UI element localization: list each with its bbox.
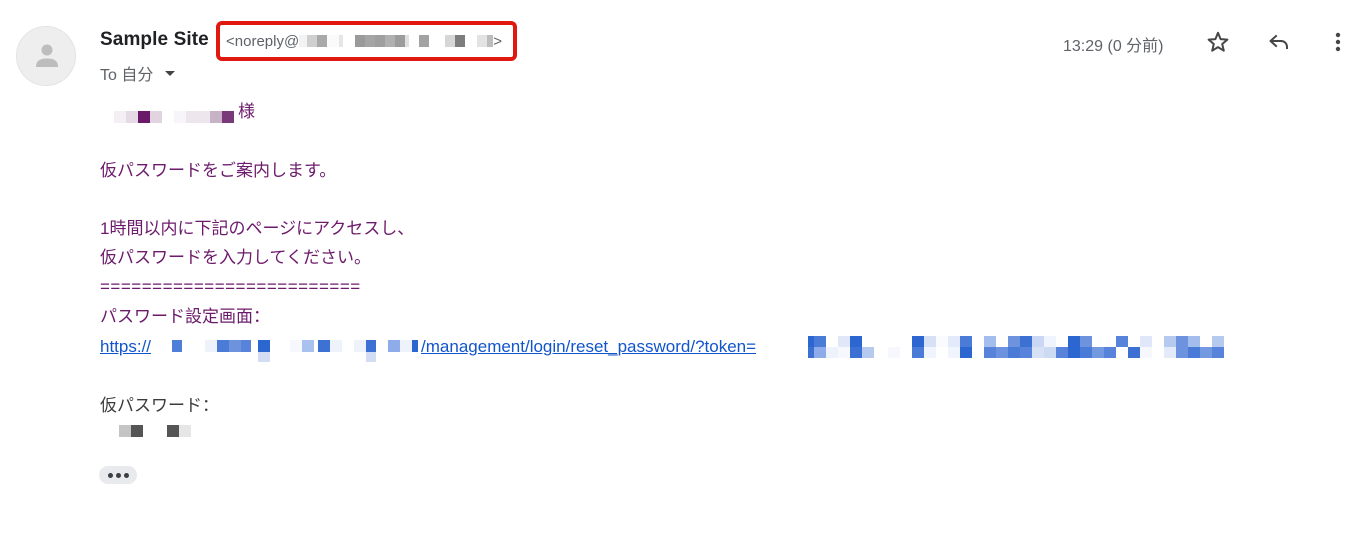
password-setting-label: パスワード設定画面： — [100, 307, 270, 326]
dot-icon — [107, 472, 113, 478]
timestamp: 13:29 (0 分前) — [1063, 38, 1164, 55]
link-path: /management/login/reset_password/?token= — [421, 337, 757, 356]
reply-button[interactable] — [1265, 28, 1293, 56]
reply-icon — [1269, 34, 1288, 49]
person-icon — [36, 44, 58, 67]
link-prefix: https:// — [100, 337, 152, 356]
recipient-details-toggle[interactable]: To 自分 — [100, 61, 176, 85]
star-outline-icon — [1207, 31, 1229, 52]
reset-password-link[interactable]: https:// /management/login/reset_password… — [100, 336, 756, 358]
sender-name[interactable]: Sample Site — [100, 29, 209, 51]
salutation-suffix: 様 — [238, 102, 255, 121]
star-button[interactable] — [1204, 28, 1232, 56]
dot-icon — [115, 472, 121, 478]
recipient-label: To 自分 — [100, 67, 154, 84]
sender-email-prefix: <noreply@ — [226, 33, 300, 50]
separator-line: ========================= — [100, 277, 361, 296]
body-line-intro: 仮パスワードをご案内します。 — [100, 161, 337, 180]
more-vert-icon — [1335, 32, 1341, 52]
show-trimmed-content-button[interactable] — [99, 466, 137, 484]
dot-icon — [123, 472, 129, 478]
body-line-instruction-2: 仮パスワードを入力してください。 — [100, 248, 371, 267]
body-line-instruction-1: 1時間以内に下記のページにアクセスし、 — [100, 219, 415, 238]
avatar[interactable] — [16, 26, 76, 86]
temp-password-label: 仮パスワード： — [100, 396, 219, 415]
caret-down-icon — [165, 70, 176, 76]
more-options-button[interactable] — [1324, 28, 1352, 56]
redacted-domain — [299, 33, 494, 50]
sender-email-suffix: > — [493, 33, 502, 50]
sender-email: <noreply@ > — [226, 33, 502, 50]
